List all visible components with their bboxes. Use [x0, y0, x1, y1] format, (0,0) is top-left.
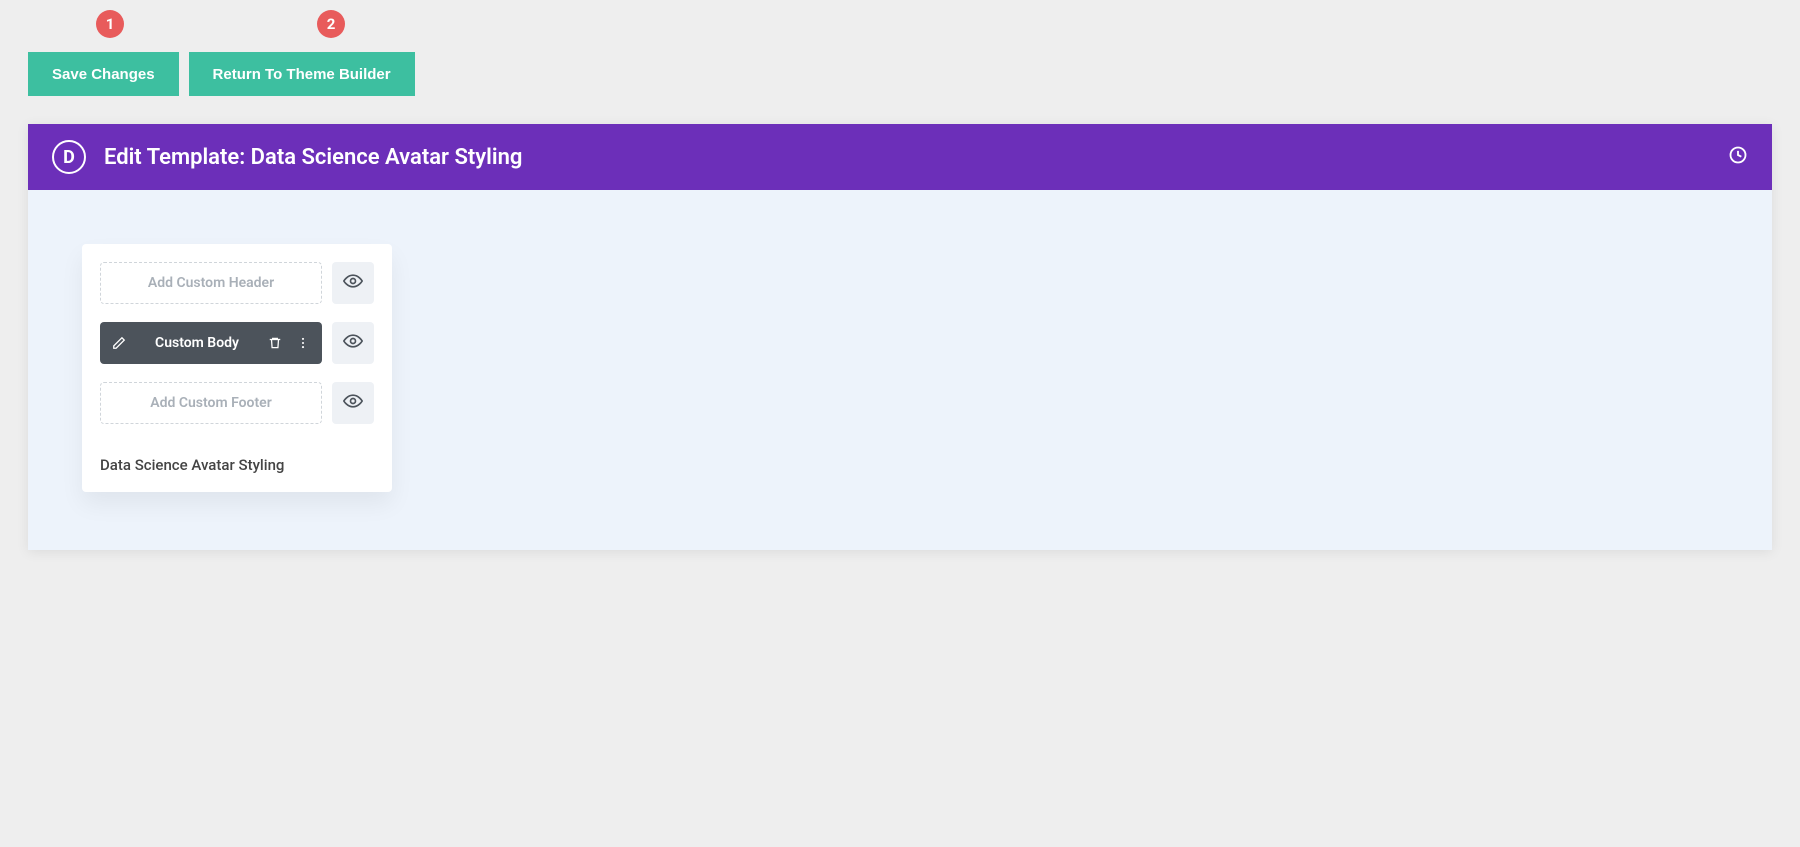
body-visibility-button[interactable]: [332, 322, 374, 364]
panel-title: Edit Template: Data Science Avatar Styli…: [104, 145, 522, 170]
template-caption: Data Science Avatar Styling: [100, 456, 374, 474]
more-icon[interactable]: [296, 336, 310, 350]
annotation-badge-2: 2: [317, 10, 345, 38]
header-slot-row: Add Custom Header: [100, 262, 374, 304]
eye-icon: [343, 331, 363, 355]
annotation-badge-1: 1: [96, 10, 124, 38]
custom-body-slot[interactable]: Custom Body: [100, 322, 322, 364]
panel-header: D Edit Template: Data Science Avatar Sty…: [28, 124, 1772, 190]
eye-icon: [343, 391, 363, 415]
footer-slot-row: Add Custom Footer: [100, 382, 374, 424]
top-buttons: 1 2 Save Changes Return To Theme Builder: [0, 0, 1800, 96]
panel-header-actions: [1728, 145, 1748, 169]
header-visibility-button[interactable]: [332, 262, 374, 304]
save-changes-button[interactable]: Save Changes: [28, 52, 179, 96]
template-card: Add Custom Header: [82, 244, 392, 492]
add-custom-footer-slot[interactable]: Add Custom Footer: [100, 382, 322, 424]
trash-icon[interactable]: [268, 336, 282, 350]
add-custom-header-slot[interactable]: Add Custom Header: [100, 262, 322, 304]
edit-template-panel: D Edit Template: Data Science Avatar Sty…: [28, 124, 1772, 550]
divi-logo-icon: D: [52, 140, 86, 174]
custom-body-label: Custom Body: [140, 335, 254, 351]
history-icon[interactable]: [1728, 145, 1748, 169]
panel-body: Add Custom Header: [28, 190, 1772, 550]
eye-icon: [343, 271, 363, 295]
return-to-theme-builder-button[interactable]: Return To Theme Builder: [189, 52, 415, 96]
body-slot-row: Custom Body: [100, 322, 374, 364]
pencil-icon[interactable]: [112, 336, 126, 350]
footer-visibility-button[interactable]: [332, 382, 374, 424]
